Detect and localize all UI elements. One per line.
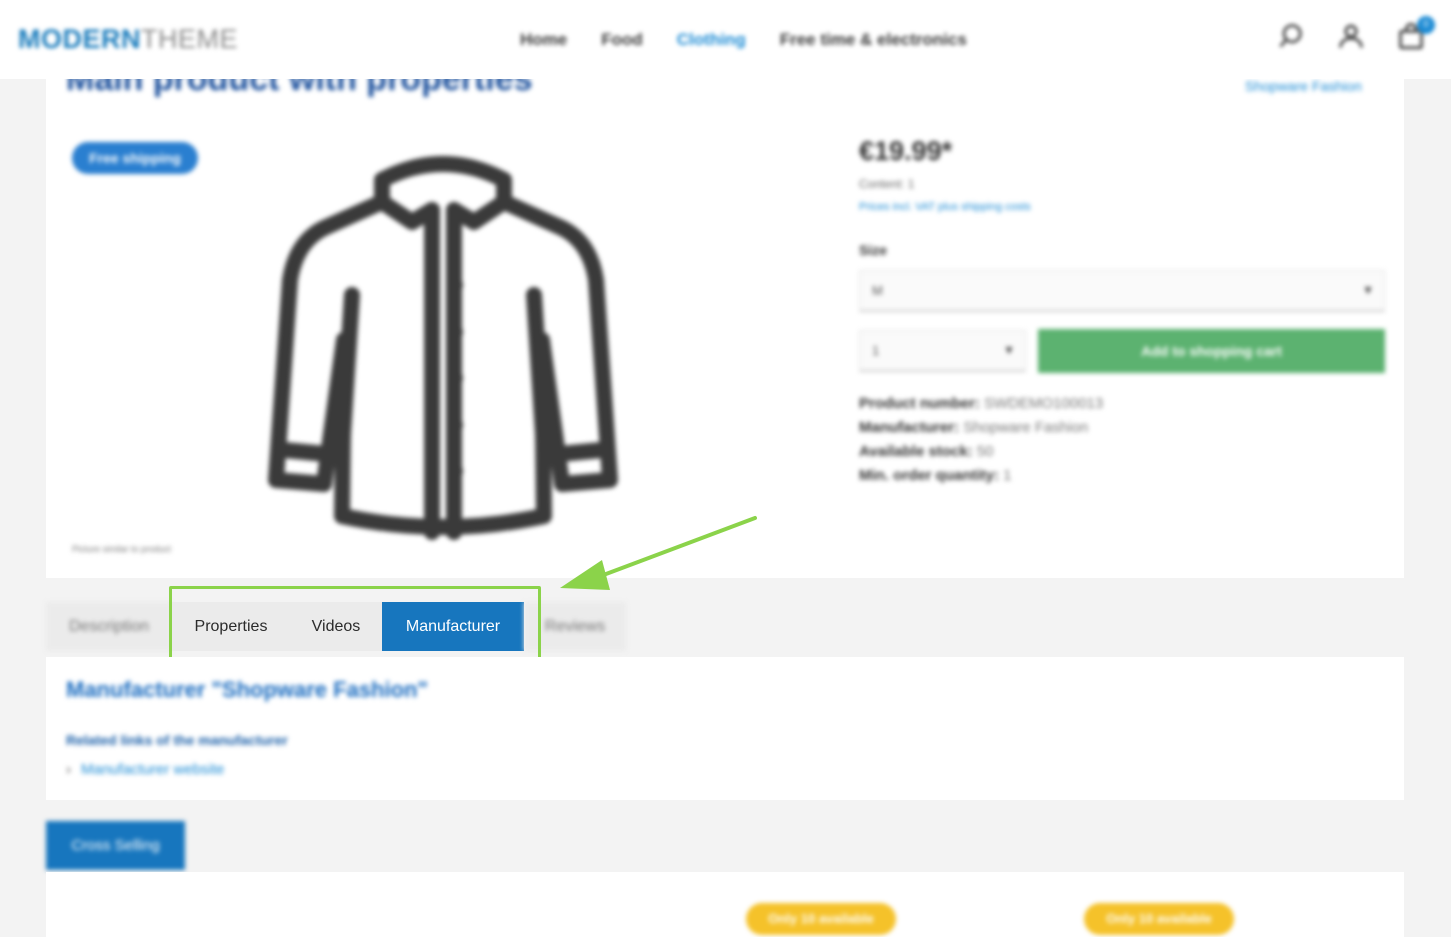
- logo-part-theme: THEME: [141, 24, 238, 54]
- tab-reviews[interactable]: Reviews: [524, 602, 626, 651]
- chevron-down-icon: ▼: [1003, 343, 1015, 357]
- add-to-cart-button[interactable]: Add to shopping cart: [1038, 329, 1385, 373]
- meta-available-stock: Available stock: 50: [859, 443, 994, 460]
- product-meta-list: Product number: SWDEMO100013 Manufacture…: [859, 392, 1103, 488]
- manufacturer-link[interactable]: Shopware Fashion: [1245, 78, 1362, 94]
- cart-count-badge: 0: [1417, 16, 1435, 34]
- main-navigation: Home Food Clothing Free time & electroni…: [520, 30, 967, 50]
- site-header: MODERNTHEME Home Food Clothing Free time…: [0, 0, 1451, 79]
- tab-description[interactable]: Description: [46, 602, 172, 651]
- size-label: Size: [859, 242, 888, 258]
- nav-item-free-time-electronics[interactable]: Free time & electronics: [780, 30, 967, 50]
- chevron-down-icon: ▼: [1362, 283, 1374, 297]
- nav-item-clothing[interactable]: Clothing: [677, 30, 746, 50]
- meta-manufacturer: Manufacturer: Shopware Fashion: [859, 419, 1089, 436]
- image-caption: Picture similar to product: [72, 544, 172, 554]
- annotation-arrow: [560, 516, 757, 590]
- nav-item-home[interactable]: Home: [520, 30, 567, 50]
- header-actions: 0: [1277, 16, 1435, 56]
- chevron-right-icon: ›: [66, 761, 71, 778]
- product-content: Content: 1: [859, 177, 915, 191]
- account-icon[interactable]: [1337, 22, 1367, 56]
- quantity-select[interactable]: 1 ▼: [859, 330, 1026, 372]
- meta-product-number: Product number: SWDEMO100013: [859, 395, 1104, 412]
- cart-icon[interactable]: 0: [1397, 16, 1435, 56]
- availability-badge: Only 10 available: [746, 903, 896, 935]
- free-shipping-badge: Free shipping: [72, 142, 198, 174]
- tab-manufacturer[interactable]: Manufacturer: [382, 602, 524, 651]
- product-price: €19.99*: [859, 136, 953, 166]
- product-detail-card: [46, 60, 1404, 578]
- size-select-value: M: [872, 283, 883, 298]
- shipping-costs-link[interactable]: Prices incl. VAT plus shipping costs: [859, 201, 1031, 213]
- manufacturer-panel-title: Manufacturer "Shopware Fashion": [66, 677, 428, 702]
- manufacturer-website-link[interactable]: › Manufacturer website: [66, 761, 224, 778]
- site-logo[interactable]: MODERNTHEME: [18, 24, 238, 55]
- size-select[interactable]: M ▼: [859, 270, 1385, 312]
- quantity-select-value: 1: [872, 343, 880, 358]
- tab-properties[interactable]: Properties: [172, 602, 290, 651]
- tab-cross-selling[interactable]: Cross Selling: [46, 821, 185, 870]
- availability-badge: Only 10 available: [1084, 903, 1234, 935]
- related-links-heading: Related links of the manufacturer: [66, 732, 288, 748]
- nav-item-food[interactable]: Food: [601, 30, 643, 50]
- logo-part-modern: MODERN: [18, 24, 141, 54]
- meta-min-order-quantity: Min. order quantity: 1: [859, 467, 1012, 484]
- tab-videos[interactable]: Videos: [290, 602, 382, 651]
- search-icon[interactable]: [1277, 22, 1307, 56]
- jacket-product-image[interactable]: [262, 150, 624, 542]
